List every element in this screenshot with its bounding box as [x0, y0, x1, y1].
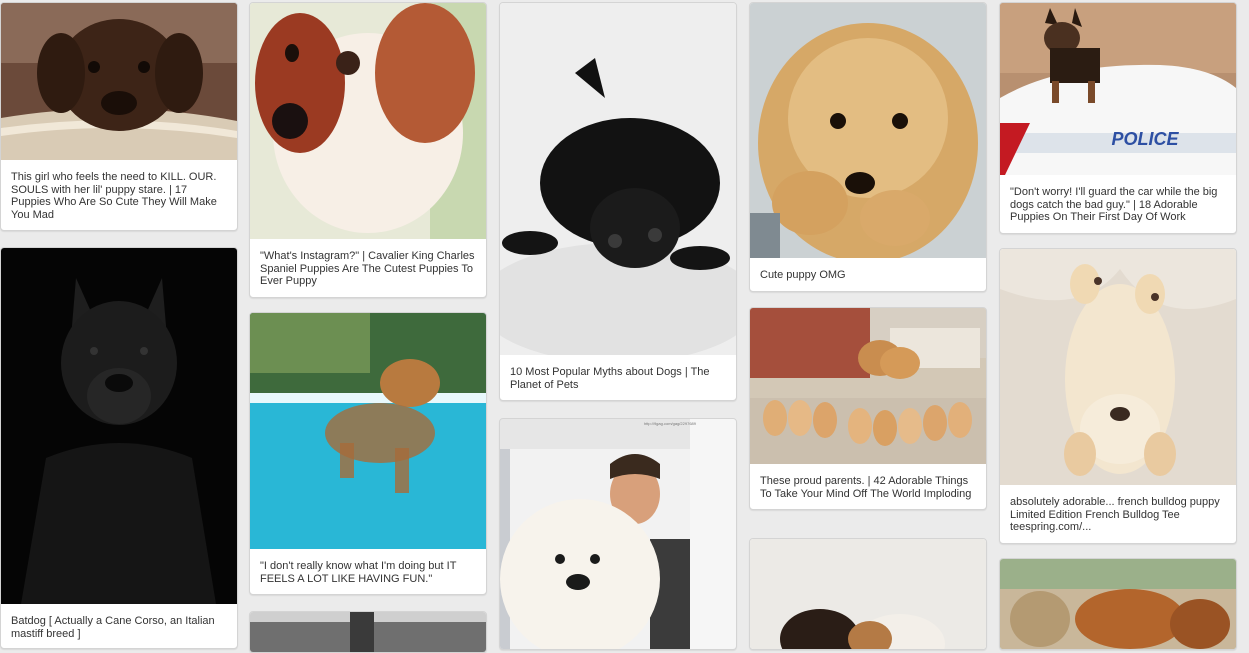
pin-image[interactable] — [1000, 559, 1236, 649]
pin-card[interactable]: "I don't really know what I'm doing but … — [249, 312, 487, 595]
pin-card[interactable]: Cute puppy OMG — [749, 2, 987, 292]
pin-card[interactable]: This girl who feels the need to KILL. OU… — [0, 2, 238, 231]
pin-caption: This girl who feels the need to KILL. OU… — [11, 171, 217, 221]
pin-card[interactable] — [999, 558, 1237, 650]
pin-card[interactable]: 10 Most Popular Myths about Dogs | The P… — [499, 2, 737, 401]
pin-image[interactable] — [1, 3, 237, 160]
pin-image[interactable]: http://9gag.com/gag/2297689 — [500, 419, 736, 649]
pin-image[interactable] — [750, 3, 986, 258]
pin-image[interactable] — [1000, 249, 1236, 485]
pin-card[interactable]: "What's Instagram?" | Cavalier King Char… — [249, 2, 487, 298]
pin-card[interactable] — [249, 611, 487, 653]
pin-caption: Batdog [ Actually a Cane Corso, an Itali… — [11, 615, 215, 640]
pin-caption: "What's Instagram?" | Cavalier King Char… — [260, 250, 475, 287]
pin-card[interactable]: Batdog [ Actually a Cane Corso, an Itali… — [0, 247, 238, 649]
pin-card[interactable]: http://9gag.com/gag/2297689 — [499, 418, 737, 650]
police-car-text: POLICE — [1111, 129, 1179, 149]
pin-image[interactable] — [1, 248, 237, 604]
pin-caption: "Don't worry! I'll guard the car while t… — [1010, 186, 1218, 223]
pin-image[interactable]: POLICE — [1000, 3, 1236, 175]
pin-card[interactable] — [749, 538, 987, 650]
image-watermark: http://9gag.com/gag/2297689 — [643, 421, 696, 426]
pin-caption: These proud parents. | 42 Adorable Thing… — [760, 475, 972, 500]
pin-card[interactable]: absolutely adorable... french bulldog pu… — [999, 248, 1237, 544]
pin-image[interactable] — [750, 539, 986, 649]
pin-image[interactable] — [500, 3, 736, 355]
pin-caption: "I don't really know what I'm doing but … — [260, 560, 457, 585]
pin-image[interactable] — [250, 612, 486, 652]
pin-caption: 10 Most Popular Myths about Dogs | The P… — [510, 366, 710, 391]
pin-image[interactable] — [250, 3, 486, 239]
pin-caption: absolutely adorable... french bulldog pu… — [1010, 496, 1220, 533]
pin-caption: Cute puppy OMG — [760, 269, 846, 281]
pin-card[interactable]: These proud parents. | 42 Adorable Thing… — [749, 307, 987, 510]
pin-image[interactable] — [750, 308, 986, 464]
pin-card[interactable]: POLICE "Don't worry! I'll guard the car … — [999, 2, 1237, 234]
pin-image[interactable] — [250, 313, 486, 549]
